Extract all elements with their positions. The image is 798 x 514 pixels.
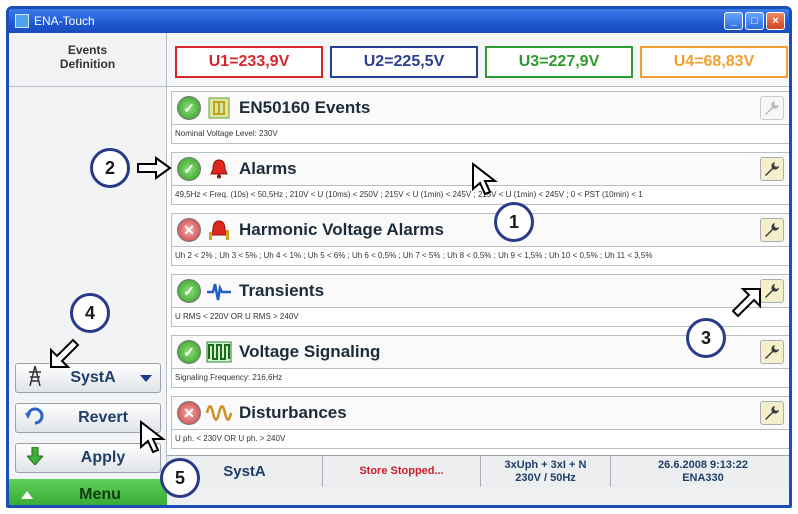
event-description: Uh 2 < 2% ; Uh 3 < 5% ; Uh 4 < 1% ; Uh 5… (171, 247, 789, 266)
disabled-x-icon[interactable]: ✕ (177, 218, 201, 242)
event-row-harmonic-voltage-alarms[interactable]: ✕ Harmonic Voltage Alarms Uh 2 < 2% ; Uh… (171, 213, 789, 270)
maximize-button[interactable]: □ (745, 12, 764, 30)
events-definition-line2: Definition (59, 57, 116, 71)
enabled-check-icon[interactable]: ✓ (177, 279, 201, 303)
wrench-icon[interactable] (760, 218, 784, 242)
diagonal-arrow-icon (731, 288, 761, 318)
disturbance-icon (205, 400, 233, 426)
callout-3: 3 (686, 318, 726, 358)
status-store[interactable]: Store Stopped... (323, 456, 481, 487)
mouse-cursor-icon (140, 420, 166, 454)
voltage-u3[interactable]: U3=227,9V (485, 46, 633, 78)
enabled-check-icon[interactable]: ✓ (177, 96, 201, 120)
mouse-cursor-icon (472, 162, 498, 196)
config-line1: 3xUph + 3xI + N (504, 458, 587, 471)
events-definition-header: Events Definition (9, 33, 166, 87)
callout-4: 4 (70, 293, 110, 333)
disabled-x-icon[interactable]: ✕ (177, 401, 201, 425)
chevron-down-icon (140, 374, 152, 382)
bell-icon (205, 156, 233, 182)
callout-5: 5 (160, 458, 200, 498)
event-title: EN50160 Events (239, 98, 371, 117)
event-title: Transients (239, 281, 325, 300)
event-row-disturbances[interactable]: ✕ Disturbances U ph. < 230V OR U ph. > 2… (171, 396, 789, 453)
event-title: Voltage Signaling (239, 342, 381, 361)
harmonic-bell-icon (205, 217, 233, 243)
config-line2: 230V / 50Hz (515, 471, 576, 484)
title-bar: ENA-Touch _ □ × (9, 9, 789, 33)
enabled-check-icon[interactable]: ✓ (177, 340, 201, 364)
wrench-icon[interactable] (760, 157, 784, 181)
voltage-u4[interactable]: U4=68,83V (640, 46, 788, 78)
event-row-en50160[interactable]: ✓ EN50160 Events Nominal Voltage Level: … (171, 91, 789, 148)
wrench-icon[interactable] (760, 340, 784, 364)
voltage-header: U1=233,9V U2=225,5V U3=227,9V U4=68,83V (167, 33, 789, 87)
tower-icon (24, 365, 46, 391)
signal-icon (205, 339, 233, 365)
system-select[interactable]: SystA (15, 363, 161, 393)
revert-icon (24, 407, 46, 430)
enabled-check-icon[interactable]: ✓ (177, 157, 201, 181)
voltage-u1[interactable]: U1=233,9V (175, 46, 323, 78)
chevron-up-icon (21, 491, 33, 499)
event-description: Nominal Voltage Level: 230V (171, 125, 789, 144)
datetime-text: 26.6.2008 9:13:22 (658, 458, 748, 471)
store-status-text: Store Stopped... (359, 465, 444, 477)
wrench-icon[interactable] (760, 401, 784, 425)
device-name: ENA330 (682, 471, 724, 484)
event-title: Disturbances (239, 403, 347, 422)
wrench-icon[interactable] (760, 96, 784, 120)
status-bar: SystA Store Stopped... 3xUph + 3xI + N 2… (167, 455, 789, 487)
transient-icon (205, 278, 233, 304)
system-select-label: SystA (70, 369, 116, 386)
event-description: U ph. < 230V OR U ph. > 240V (171, 430, 789, 449)
voltage-u2[interactable]: U2=225,5V (330, 46, 478, 78)
window-title: ENA-Touch (34, 14, 95, 28)
menu-button[interactable]: Menu (9, 479, 167, 505)
apply-arrow-icon (24, 446, 46, 470)
right-arrow-icon (137, 156, 172, 180)
en50160-icon (205, 95, 233, 121)
events-definition-line1: Events (67, 43, 108, 57)
status-config[interactable]: 3xUph + 3xI + N 230V / 50Hz (481, 456, 611, 487)
event-list: ✓ EN50160 Events Nominal Voltage Level: … (167, 87, 789, 455)
callout-2: 2 (90, 148, 130, 188)
app-window: ENA-Touch _ □ × Events Definition SystA … (6, 6, 792, 508)
close-button[interactable]: × (766, 12, 785, 30)
status-datetime: 26.6.2008 9:13:22 ENA330 (611, 456, 789, 487)
callout-1: 1 (494, 202, 534, 242)
diagonal-arrow-icon (50, 338, 80, 368)
app-icon (15, 14, 29, 28)
event-description: Signaling Frequency: 216,6Hz (171, 369, 789, 388)
menu-label: Menu (79, 486, 121, 503)
minimize-button[interactable]: _ (724, 12, 743, 30)
